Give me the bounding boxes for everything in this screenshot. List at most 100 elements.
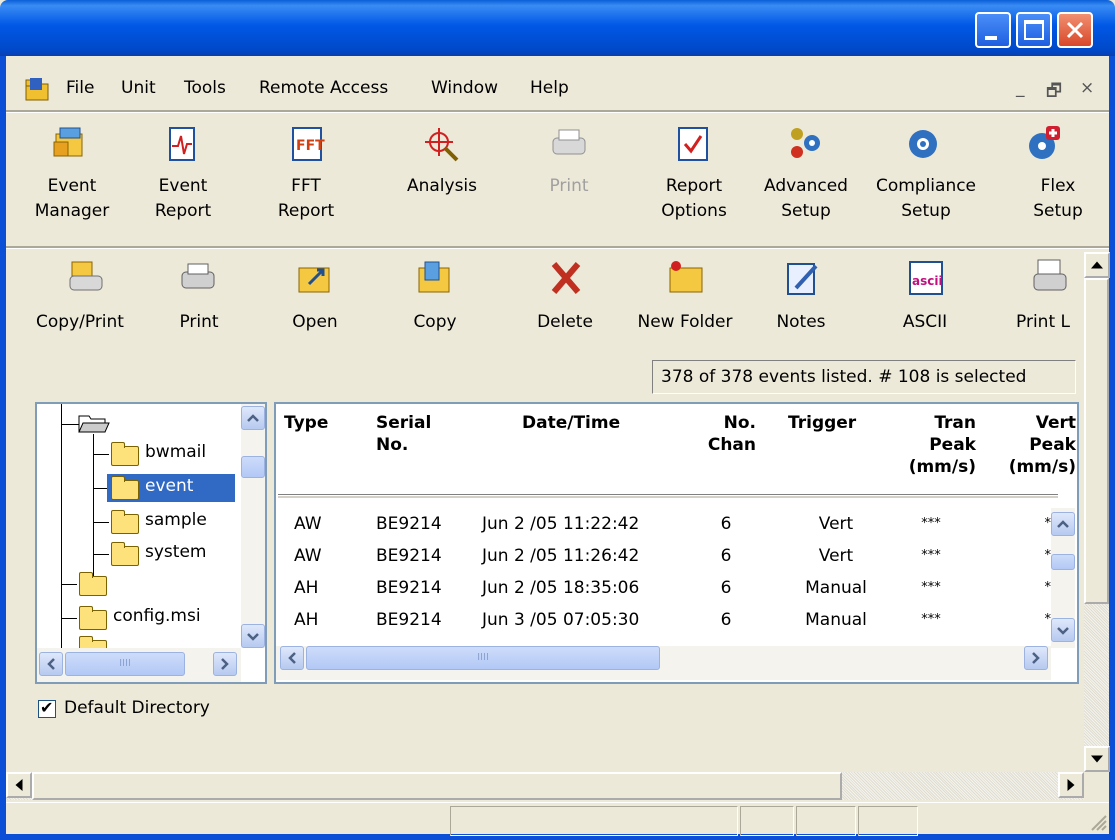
chevron-left-icon	[47, 658, 55, 670]
print-button-disabled[interactable]: Print	[526, 174, 612, 199]
delete-button[interactable]: Delete	[522, 310, 608, 335]
column-header-trigger[interactable]: Trigger	[788, 412, 856, 434]
menu-bar: File Unit Tools Remote Access Window Hel…	[6, 72, 1109, 106]
scroll-up-button[interactable]	[1084, 252, 1110, 278]
menu-file[interactable]: File	[66, 78, 94, 98]
default-directory-checkbox[interactable]: ✔	[38, 698, 56, 718]
menu-remote-access[interactable]: Remote Access	[259, 78, 388, 98]
close-button[interactable]	[1057, 12, 1093, 48]
new-folder-button[interactable]: New Folder	[622, 310, 748, 335]
menu-window[interactable]: Window	[431, 78, 498, 98]
ascii-button[interactable]: ASCII	[882, 310, 968, 335]
notes-button[interactable]: Notes	[758, 310, 844, 335]
open-label: Open	[292, 312, 338, 332]
folder-icon	[111, 542, 139, 566]
tree-vertical-scrollbar[interactable]	[241, 404, 265, 648]
list-scroll-right-button[interactable]	[1024, 646, 1048, 670]
table-cell: AH	[294, 578, 319, 598]
column-header-serial[interactable]: Serial No.	[376, 412, 431, 456]
list-scroll-up-button[interactable]	[1051, 512, 1075, 536]
mdi-minimize-button[interactable]: _	[1016, 78, 1025, 98]
title-bar[interactable]	[0, 0, 1115, 56]
table-row[interactable]: AWBE9214Jun 2 /05 11:26:426Vert******	[276, 544, 1064, 574]
tree-scroll-up-button[interactable]	[241, 406, 265, 430]
tree-item-sample[interactable]: sample	[145, 510, 207, 530]
report-options-button[interactable]: Report Options	[646, 174, 742, 224]
tree-scroll-left-button[interactable]	[39, 652, 63, 676]
tree-item-config-msi[interactable]: config.msi	[113, 606, 201, 626]
svg-text:FFT: FFT	[296, 138, 325, 154]
horizontal-scroll-thumb[interactable]	[32, 772, 842, 800]
event-manager-button[interactable]: Event Manager	[24, 174, 120, 224]
column-header-channels[interactable]: No. Chan	[702, 412, 756, 456]
list-horizontal-scroll-thumb[interactable]: IIII	[306, 646, 660, 670]
column-header-datetime[interactable]: Date/Time	[522, 412, 620, 434]
tree-item-event[interactable]: event	[145, 476, 193, 496]
table-cell: ***	[921, 548, 941, 563]
notes-icon	[787, 263, 818, 295]
table-row[interactable]: AWBE9214Jun 2 /05 11:22:426Vert******	[276, 512, 1064, 542]
resize-grip-icon[interactable]	[1086, 810, 1108, 832]
vertical-scroll-thumb[interactable]	[1084, 278, 1109, 604]
chevron-down-icon	[1057, 627, 1069, 635]
maximize-button[interactable]	[1016, 12, 1052, 48]
toolbar-separator	[6, 246, 1109, 249]
chevron-up-icon	[1057, 520, 1069, 528]
open-button[interactable]: Open	[272, 310, 358, 335]
scroll-down-button[interactable]	[1084, 746, 1110, 772]
flex-setup-button[interactable]: Flex Setup	[1010, 174, 1106, 224]
column-header-tran-peak[interactable]: Tran Peak (mm/s)	[890, 412, 976, 478]
default-directory-label[interactable]: Default Directory	[64, 698, 210, 718]
copy-print-icon	[69, 261, 103, 291]
copy-folder-icon	[418, 261, 450, 293]
table-row[interactable]: AHBE9214Jun 2 /05 18:35:066Manual******	[276, 576, 1064, 606]
chevron-right-icon	[1032, 652, 1040, 664]
event-list[interactable]: Type Serial No. Date/Time No. Chan Trigger…	[274, 402, 1079, 684]
table-row[interactable]: AHBE9214Jun 3 /05 07:05:306Manual******	[276, 608, 1064, 638]
tree-scroll-right-button[interactable]	[213, 652, 237, 676]
table-cell: AW	[294, 514, 322, 534]
tree-line	[61, 404, 62, 654]
maximize-icon	[1024, 20, 1044, 40]
print-list-button[interactable]: Print L	[1016, 310, 1084, 335]
menu-tools[interactable]: Tools	[184, 78, 226, 98]
tree-scroll-down-button[interactable]	[241, 624, 265, 648]
advanced-setup-button[interactable]: Advanced Setup	[754, 174, 858, 224]
mdi-restore-button[interactable]: 🗗	[1046, 78, 1062, 107]
folder-icon	[111, 510, 139, 534]
table-cell: AW	[294, 546, 322, 566]
copy-print-label: Copy/Print	[36, 312, 124, 332]
open-folder-icon	[78, 415, 110, 433]
chevron-left-icon	[288, 652, 296, 664]
scroll-left-button[interactable]	[6, 772, 32, 798]
copy-print-button[interactable]: Copy/Print	[10, 310, 150, 335]
fft-report-button[interactable]: FFT Report	[258, 174, 354, 224]
analysis-label: Analysis	[406, 176, 478, 196]
copy-button[interactable]: Copy	[392, 310, 478, 335]
table-cell: Vert	[818, 546, 854, 566]
compliance-setup-button[interactable]: Compliance Setup	[868, 174, 984, 224]
scroll-right-button[interactable]	[1058, 772, 1084, 798]
arrow-left-icon	[15, 779, 23, 791]
column-header-vert-peak[interactable]: Vert Peak (mm/s)	[994, 412, 1076, 478]
chevron-down-icon	[247, 633, 259, 641]
svg-text:ascii: ascii	[912, 274, 943, 288]
analysis-button[interactable]: Analysis	[394, 174, 490, 199]
menu-unit[interactable]: Unit	[121, 78, 156, 98]
menu-help[interactable]: Help	[530, 78, 569, 98]
directory-tree[interactable]: bwmail event sample system config.msi II…	[35, 402, 267, 684]
chevron-up-icon	[247, 414, 259, 422]
mdi-close-button[interactable]: ×	[1080, 78, 1094, 98]
tree-horizontal-scroll-thumb[interactable]: IIII	[65, 652, 185, 676]
list-scroll-down-button[interactable]	[1051, 618, 1075, 642]
event-report-button[interactable]: Event Report	[138, 174, 228, 224]
list-scroll-left-button[interactable]	[280, 646, 304, 670]
tree-item-bwmail[interactable]: bwmail	[145, 442, 206, 462]
tree-item-system[interactable]: system	[145, 542, 206, 562]
minimize-button[interactable]	[975, 12, 1011, 48]
print-button[interactable]: Print	[156, 310, 242, 335]
list-vertical-scroll-thumb[interactable]	[1051, 554, 1075, 570]
column-header-type[interactable]: Type	[284, 412, 328, 434]
tree-vertical-scroll-thumb[interactable]	[241, 456, 265, 478]
advanced-setup-label: Advanced Setup	[764, 176, 848, 221]
